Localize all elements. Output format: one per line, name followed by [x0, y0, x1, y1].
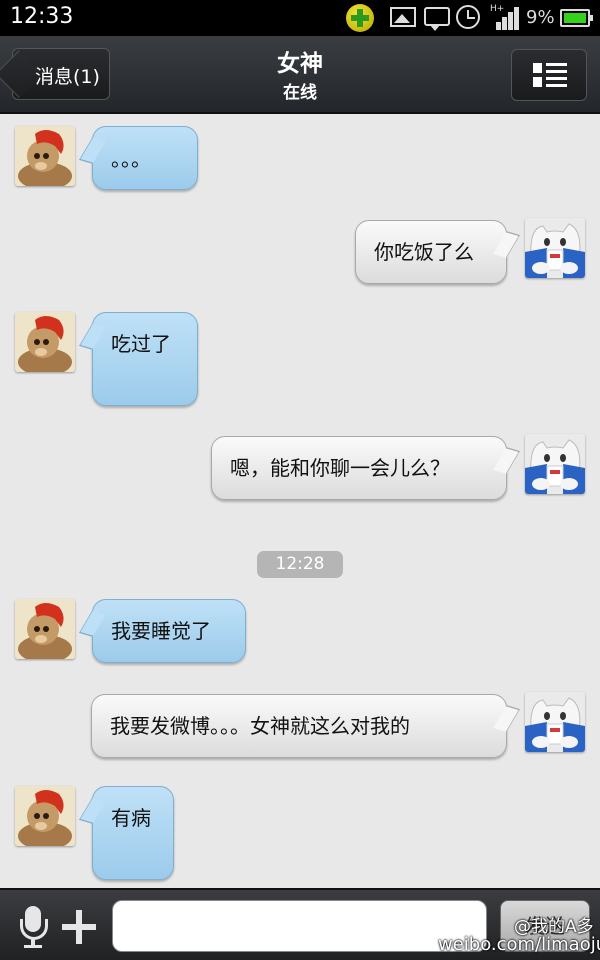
my-avatar[interactable]	[525, 218, 585, 278]
microphone-icon[interactable]	[16, 906, 50, 948]
list-menu-icon	[533, 63, 567, 89]
message-row: 。。。	[0, 126, 600, 196]
message-text: 我要睡觉了	[111, 619, 211, 643]
title-bar: 消息(1) 女神 在线	[0, 36, 600, 114]
incoming-message-bubble[interactable]: 。。。	[92, 126, 198, 190]
outgoing-message-bubble[interactable]: 我要发微博。。。女神就这么对我的	[91, 694, 507, 758]
message-row: 有病	[0, 786, 600, 886]
plus-icon[interactable]	[62, 910, 96, 944]
message-text: 有病	[111, 806, 151, 830]
my-avatar[interactable]	[525, 434, 585, 494]
message-input[interactable]	[112, 900, 487, 952]
contact-avatar[interactable]	[15, 312, 75, 372]
message-text: 。。。	[111, 147, 151, 171]
message-text: 吃过了	[111, 332, 171, 356]
my-avatar[interactable]	[525, 692, 585, 752]
message-icon	[424, 7, 450, 31]
watermark-url: weibo.com/limaojun	[438, 934, 600, 955]
battery-percent: 9%	[526, 7, 555, 28]
photo-icon	[390, 7, 416, 27]
message-list[interactable]: 。。。 你吃饭了么 吃过了 嗯，能和你聊一会儿么？ 12:28 我要睡觉了 我要…	[0, 116, 600, 888]
message-row: 我要发微博。。。女神就这么对我的	[0, 692, 600, 762]
app-plus-icon	[346, 4, 374, 32]
message-text: 嗯，能和你聊一会儿么？	[230, 456, 450, 480]
outgoing-message-bubble[interactable]: 你吃饭了么	[355, 220, 507, 284]
chat-title: 女神	[277, 51, 323, 77]
status-time: 12:33	[10, 4, 74, 29]
message-row: 嗯，能和你聊一会儿么？	[0, 434, 600, 504]
incoming-message-bubble[interactable]: 我要睡觉了	[92, 599, 246, 663]
message-row: 吃过了	[0, 312, 600, 412]
message-row: 你吃饭了么	[0, 218, 600, 288]
signal-icon: H+	[490, 4, 520, 30]
contact-avatar[interactable]	[15, 126, 75, 186]
incoming-message-bubble[interactable]: 吃过了	[92, 312, 198, 406]
alarm-icon	[456, 5, 480, 29]
menu-button[interactable]	[511, 49, 587, 101]
chat-status: 在线	[283, 83, 317, 103]
battery-icon	[560, 9, 593, 27]
message-text: 我要发微博。。。女神就这么对我的	[110, 714, 410, 738]
contact-avatar[interactable]	[15, 599, 75, 659]
timestamp-badge: 12:28	[257, 551, 343, 578]
incoming-message-bubble[interactable]: 有病	[92, 786, 174, 880]
message-text: 你吃饭了么	[374, 240, 474, 264]
contact-avatar[interactable]	[15, 786, 75, 846]
status-bar: 12:33 H+ 9%	[0, 0, 600, 36]
message-row: 我要睡觉了	[0, 599, 600, 669]
outgoing-message-bubble[interactable]: 嗯，能和你聊一会儿么？	[211, 436, 507, 500]
